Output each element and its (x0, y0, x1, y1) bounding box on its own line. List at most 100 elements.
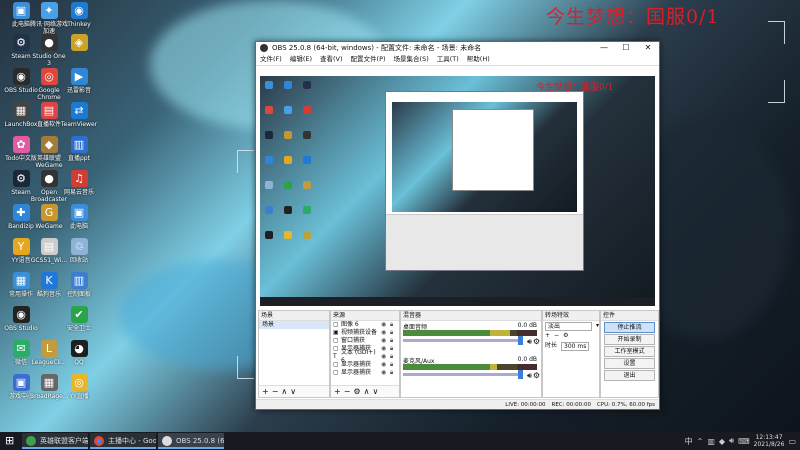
mixer-panel-title: 混音器 (401, 311, 541, 321)
eye-icon[interactable]: ◉ (381, 345, 390, 353)
app-icon: ⚙ (12, 170, 30, 187)
desktop-icon[interactable]: ▥ 控制面板 (60, 272, 98, 298)
taskbar-item-label: 主播中心 - Googl... (108, 437, 156, 445)
remove-scene-button[interactable]: − (272, 387, 282, 396)
keyboard-icon[interactable]: ⌨ (738, 437, 750, 446)
scene-item[interactable]: 场景 (259, 321, 329, 329)
desktop-icon-label: YY直播 (69, 393, 89, 400)
network-icon[interactable]: ▥ (707, 437, 715, 446)
source-item[interactable]: ▢ 显示器捕获 ◉ 🔒︎ (331, 369, 399, 377)
obs-menubar: 文件(F) 编辑(E) 查看(V) 配置文件(P) 场景集合(S) 工具(T) … (256, 54, 659, 66)
app-icon: K (40, 272, 58, 289)
lock-icon[interactable]: 🔒︎ (390, 329, 399, 337)
notification-icon[interactable]: ▭ (788, 437, 796, 446)
windows-start-icon[interactable]: ⊞ (5, 435, 17, 447)
obs-window[interactable]: OBS 25.0.8 (64-bit, windows) - 配置文件: 未命名… (255, 41, 660, 410)
desktop-icon[interactable]: ▥ 直播ppt (60, 136, 98, 162)
remove-transition-button[interactable]: − (554, 331, 559, 341)
add-scene-button[interactable]: + (262, 387, 272, 396)
desktop-icon[interactable]: ♫ 网易云音乐 (60, 170, 98, 196)
desktop-icon[interactable]: ✔ 安全卫士 (60, 306, 98, 332)
ime-indicator[interactable]: 中 (685, 436, 693, 447)
desktop-icon[interactable]: ◉ Thinkey (60, 2, 98, 28)
source-properties-icon[interactable]: ⚙ (353, 387, 363, 396)
add-transition-button[interactable]: + (545, 331, 550, 341)
desktop-icon-label: 网易云音乐 (63, 189, 94, 196)
remove-source-button[interactable]: − (344, 387, 354, 396)
eye-icon[interactable]: ◉ (381, 321, 390, 329)
eye-icon[interactable]: ◉ (381, 353, 390, 361)
add-source-button[interactable]: + (334, 387, 344, 396)
obs-preview[interactable]: 今生梦想：国服0/1 (260, 76, 655, 306)
volume-slider-knob[interactable] (518, 370, 523, 379)
eye-icon[interactable]: ◉ (381, 329, 390, 337)
lock-icon[interactable]: 🔒︎ (390, 361, 399, 369)
menu-profile[interactable]: 配置文件(P) (351, 54, 386, 65)
stop-streaming-button[interactable]: 停止推流 (604, 322, 655, 333)
taskbar-item-league[interactable]: 英雄联盟客户端 (22, 433, 88, 449)
desktop-icon[interactable]: ▣ 此电脑 (60, 204, 98, 230)
taskbar-item-obs[interactable]: OBS 25.0.8 (64-bi... (158, 433, 224, 449)
speaker-icon[interactable]: 🔊︎ (527, 371, 532, 381)
source-item[interactable]: T 文本 (GDI+) 6 ◉ 🔒︎ (331, 349, 399, 364)
clock[interactable]: 12:13:47 2021/8/26 (754, 434, 785, 448)
source-item[interactable]: ▢ 图像 6 ◉ 🔒︎ (331, 321, 399, 329)
mixer-channel-db: 0.0 dB (517, 356, 537, 363)
menu-help[interactable]: 帮助(H) (467, 54, 490, 65)
menu-view[interactable]: 查看(V) (320, 54, 343, 65)
eye-icon[interactable]: ◉ (381, 369, 390, 377)
controls-panel: 控件 停止推流 开始录制 工作室模式 设置 退出 (600, 310, 659, 398)
gear-icon[interactable]: ⚙ (533, 337, 540, 346)
source-item[interactable]: ▢ 窗口捕获 ◉ 🔒︎ (331, 337, 399, 345)
taskbar-item-chrome[interactable]: 主播中心 - Googl... (90, 433, 156, 449)
start-recording-button[interactable]: 开始录制 (604, 334, 655, 345)
lock-icon[interactable]: 🔒︎ (390, 321, 399, 329)
lock-icon[interactable]: 🔒︎ (390, 337, 399, 345)
desktop-icon[interactable]: ▶ 迅雷影音 (60, 68, 98, 94)
desktop-icon[interactable]: ◎ YY直播 (60, 374, 98, 400)
desktop-icon[interactable]: ◈ (60, 34, 98, 53)
menu-edit[interactable]: 编辑(E) (290, 54, 312, 65)
eye-icon[interactable]: ◉ (381, 361, 390, 369)
menu-scene-collection[interactable]: 场景集合(S) (394, 54, 429, 65)
studio-mode-button[interactable]: 工作室模式 (604, 346, 655, 357)
chevron-up-icon[interactable]: ⌃ (697, 437, 704, 446)
duration-input[interactable]: 300 ms (561, 341, 590, 351)
move-down-button[interactable]: ∨ (372, 387, 381, 396)
app-icon: ⇄ (70, 102, 88, 119)
lock-icon[interactable]: 🔒︎ (390, 353, 399, 361)
close-button[interactable]: ✕ (637, 42, 659, 54)
volume-slider[interactable] (403, 370, 523, 379)
clock-time: 12:13:47 (755, 434, 783, 441)
volume-slider[interactable] (403, 336, 523, 345)
volume-icon[interactable]: 🔊︎ (729, 436, 734, 446)
lock-icon[interactable]: 🔒︎ (390, 345, 399, 353)
lock-icon[interactable]: 🔒︎ (390, 369, 399, 377)
app-icon: L (40, 340, 58, 357)
exit-button[interactable]: 退出 (604, 370, 655, 381)
volume-slider-knob[interactable] (518, 336, 523, 345)
shield-icon[interactable]: ◆ (719, 437, 725, 446)
source-item[interactable]: ▣ 视频捕获设备 ◉ 🔒︎ (331, 329, 399, 337)
maximize-button[interactable]: ☐ (615, 42, 637, 54)
app-icon: ✚ (12, 204, 30, 221)
transition-select[interactable]: 淡出 (545, 321, 592, 331)
gear-icon[interactable]: ⚙ (533, 371, 540, 380)
league-client-icon (26, 436, 36, 446)
desktop-icon[interactable]: ♲ 回收站 (60, 238, 98, 264)
desktop-icon[interactable]: ⇄ TeamViewer (60, 102, 98, 128)
source-item[interactable]: ▢ 显示器捕获 ◉ 🔒︎ (331, 361, 399, 369)
minimize-button[interactable]: — (593, 42, 615, 54)
chevron-down-icon[interactable]: ▾ (596, 321, 599, 331)
transition-settings-icon[interactable]: ⚙ (563, 331, 568, 341)
eye-icon[interactable]: ◉ (381, 337, 390, 345)
obs-titlebar[interactable]: OBS 25.0.8 (64-bit, windows) - 配置文件: 未命名… (256, 42, 659, 54)
move-down-button[interactable]: ∨ (290, 387, 299, 396)
menu-file[interactable]: 文件(F) (260, 54, 282, 65)
move-up-button[interactable]: ∧ (281, 387, 290, 396)
menu-tools[interactable]: 工具(T) (437, 54, 459, 65)
settings-button[interactable]: 设置 (604, 358, 655, 369)
app-icon: ▤ (40, 238, 58, 255)
desktop-icon[interactable]: ◕ QQ (60, 340, 98, 366)
speaker-icon[interactable]: 🔊︎ (527, 337, 532, 347)
